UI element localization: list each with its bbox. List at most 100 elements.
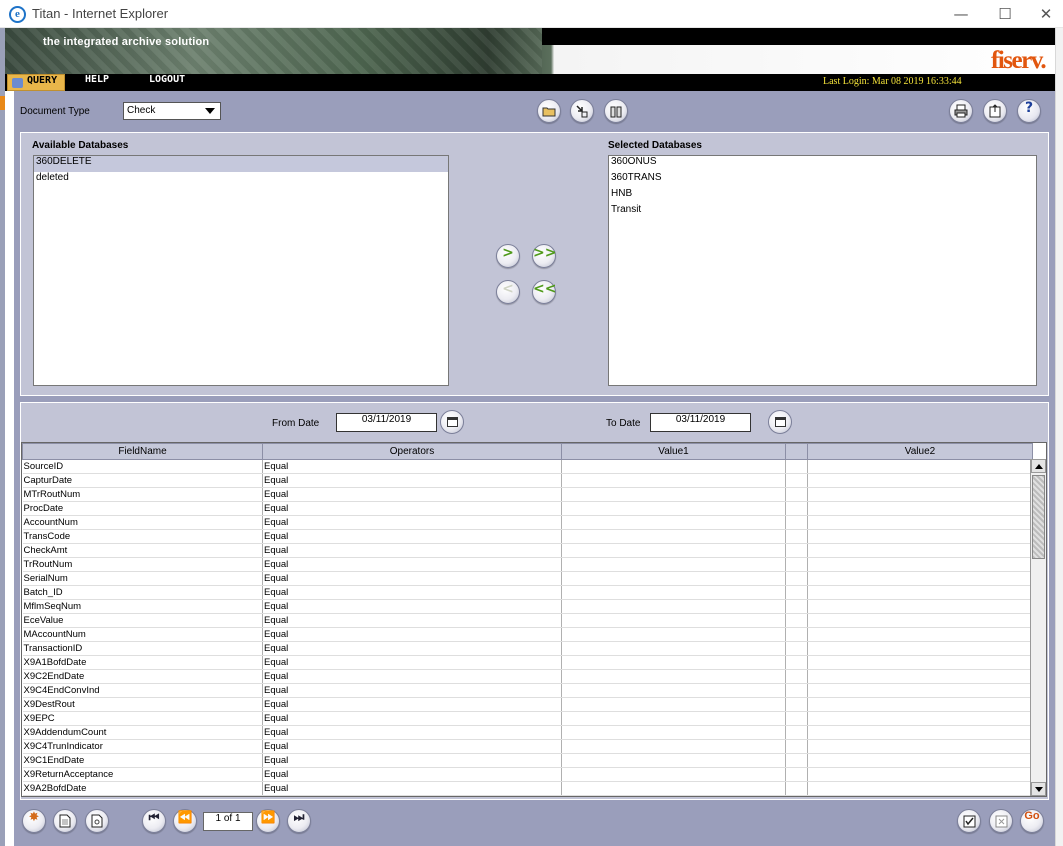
clear-button[interactable] <box>989 809 1013 833</box>
value2-cell[interactable] <box>807 571 1033 586</box>
table-row[interactable]: X9C1EndDate Equal <box>22 753 1033 768</box>
export-button[interactable] <box>570 99 594 123</box>
columns-button[interactable] <box>604 99 628 123</box>
value1-cell[interactable] <box>561 543 786 558</box>
operator-cell[interactable]: Equal <box>262 753 562 768</box>
menu-help-tab[interactable]: HELP <box>85 74 109 91</box>
value1-cell[interactable] <box>561 571 786 586</box>
table-row[interactable]: EceValue Equal <box>22 613 1033 628</box>
value1-cell[interactable] <box>561 613 786 628</box>
value2-cell[interactable] <box>807 529 1033 544</box>
scroll-up-button[interactable] <box>1031 459 1046 473</box>
table-row[interactable]: X9C4EndConvInd Equal <box>22 683 1033 698</box>
value1-cell[interactable] <box>561 515 786 530</box>
close-window-button[interactable]: ✕ <box>1031 4 1061 24</box>
value1-cell[interactable] <box>561 627 786 642</box>
value1-cell[interactable] <box>561 585 786 600</box>
go-button[interactable]: Go <box>1020 809 1044 833</box>
value2-cell[interactable] <box>807 459 1033 474</box>
value2-cell[interactable] <box>807 781 1033 796</box>
table-row[interactable]: X9AddendumCount Equal <box>22 725 1033 740</box>
table-row[interactable]: TrRoutNum Equal <box>22 557 1033 572</box>
value1-cell[interactable] <box>561 557 786 572</box>
operator-cell[interactable]: Equal <box>262 473 562 488</box>
table-row[interactable]: TransactionID Equal <box>22 641 1033 656</box>
value1-cell[interactable] <box>561 641 786 656</box>
value2-cell[interactable] <box>807 473 1033 488</box>
view-document-button[interactable] <box>85 809 109 833</box>
previous-page-button[interactable]: ⏪ <box>173 809 197 833</box>
maximize-button[interactable]: ☐ <box>990 4 1020 24</box>
operator-cell[interactable]: Equal <box>262 459 562 474</box>
table-row[interactable]: SerialNum Equal <box>22 571 1033 586</box>
operator-cell[interactable]: Equal <box>262 711 562 726</box>
available-databases-list[interactable]: 360DELETE deleted <box>33 155 449 386</box>
value1-cell[interactable] <box>561 753 786 768</box>
to-date-input[interactable]: 03/11/2019 <box>650 413 751 432</box>
value1-cell[interactable] <box>561 487 786 502</box>
value1-cell[interactable] <box>561 725 786 740</box>
value1-cell[interactable] <box>561 683 786 698</box>
value2-cell[interactable] <box>807 683 1033 698</box>
column-header-value2[interactable]: Value2 <box>807 443 1033 460</box>
table-row[interactable]: AccountNum Equal <box>22 515 1033 530</box>
value1-cell[interactable] <box>561 501 786 516</box>
move-all-left-button[interactable]: << <box>532 280 556 304</box>
table-row[interactable]: X9DestRout Equal <box>22 697 1033 712</box>
selected-database-item[interactable]: Transit <box>609 204 1036 220</box>
operator-cell[interactable]: Equal <box>262 627 562 642</box>
document-type-select[interactable]: Check <box>123 102 221 120</box>
value1-cell[interactable] <box>561 599 786 614</box>
menu-query-tab[interactable]: Query <box>7 74 65 91</box>
table-row[interactable]: X9ReturnAcceptance Equal <box>22 767 1033 782</box>
table-row[interactable]: X9A1BofdDate Equal <box>22 655 1033 670</box>
table-row[interactable]: MAccountNum Equal <box>22 627 1033 642</box>
table-row[interactable]: X9C2EndDate Equal <box>22 669 1033 684</box>
available-database-item[interactable]: deleted <box>34 172 448 188</box>
value1-cell[interactable] <box>561 473 786 488</box>
value2-cell[interactable] <box>807 487 1033 502</box>
operator-cell[interactable]: Equal <box>262 669 562 684</box>
value2-cell[interactable] <box>807 739 1033 754</box>
value1-cell[interactable] <box>561 711 786 726</box>
table-row[interactable]: Batch_ID Equal <box>22 585 1033 600</box>
operator-cell[interactable]: Equal <box>262 571 562 586</box>
clipboard-button[interactable] <box>983 99 1007 123</box>
table-row[interactable]: X9EPC Equal <box>22 711 1033 726</box>
operator-cell[interactable]: Equal <box>262 739 562 754</box>
scroll-down-button[interactable] <box>1031 782 1046 796</box>
value1-cell[interactable] <box>561 767 786 782</box>
operator-cell[interactable]: Equal <box>262 585 562 600</box>
value2-cell[interactable] <box>807 767 1033 782</box>
scroll-thumb[interactable] <box>1032 475 1045 559</box>
operator-cell[interactable]: Equal <box>262 529 562 544</box>
criteria-grid[interactable]: FieldName Operators Value1 Value2 Source… <box>21 442 1047 797</box>
table-row[interactable]: X9C4TrunIndicator Equal <box>22 739 1033 754</box>
operator-cell[interactable]: Equal <box>262 655 562 670</box>
value1-cell[interactable] <box>561 529 786 544</box>
operator-cell[interactable]: Equal <box>262 641 562 656</box>
available-database-item[interactable]: 360DELETE <box>34 156 448 172</box>
new-document-button[interactable] <box>53 809 77 833</box>
value2-cell[interactable] <box>807 515 1033 530</box>
table-row[interactable]: X9A2BofdDate Equal <box>22 781 1033 796</box>
minimize-button[interactable]: — <box>946 4 976 24</box>
open-folder-button[interactable] <box>537 99 561 123</box>
selected-database-item[interactable]: 360ONUS <box>609 156 1036 172</box>
menu-logout-tab[interactable]: LOGOUT <box>149 74 185 91</box>
value2-cell[interactable] <box>807 627 1033 642</box>
value1-cell[interactable] <box>561 739 786 754</box>
table-row[interactable]: ProcDate Equal <box>22 501 1033 516</box>
column-header-fieldname[interactable]: FieldName <box>22 443 263 460</box>
settings-button[interactable]: ✸ <box>22 809 46 833</box>
operator-cell[interactable]: Equal <box>262 515 562 530</box>
move-right-button[interactable]: > <box>496 244 520 268</box>
from-date-input[interactable]: 03/11/2019 <box>336 413 437 432</box>
table-row[interactable]: MflmSeqNum Equal <box>22 599 1033 614</box>
operator-cell[interactable]: Equal <box>262 613 562 628</box>
column-header-operators[interactable]: Operators <box>262 443 562 460</box>
value2-cell[interactable] <box>807 655 1033 670</box>
value1-cell[interactable] <box>561 655 786 670</box>
move-all-right-button[interactable]: >> <box>532 244 556 268</box>
table-row[interactable]: SourceID Equal <box>22 459 1033 474</box>
